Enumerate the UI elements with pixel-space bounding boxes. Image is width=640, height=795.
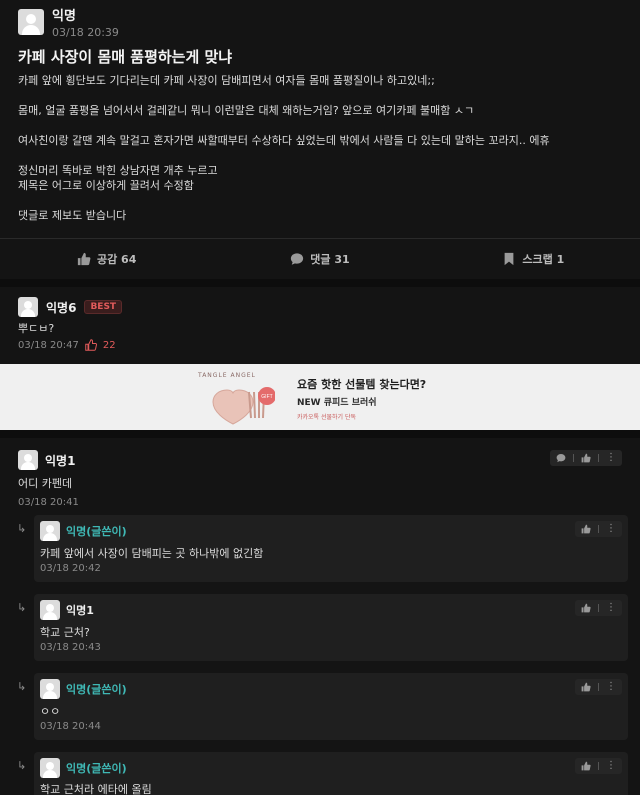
thumbs-up-icon [77, 252, 91, 266]
post-time: 03/18 20:39 [52, 26, 119, 39]
reply-item: 익명(글쓴이) ㅇㅇ 03/18 20:44 ⋮ [34, 673, 628, 740]
post-body: 카페 앞에 횡단보도 기다리는데 카페 사장이 담배피면서 여자들 몸매 품평질… [18, 73, 628, 223]
avatar [40, 600, 60, 620]
post-author: 익명 [52, 9, 76, 24]
reply-arrow-icon: ↳ [17, 759, 27, 772]
ad-banner[interactable]: TANGLE ANGEL GIFT 요즘 핫한 선물템 찾는다면? NEW 큐피… [0, 364, 640, 430]
reply-item: 익명1 학교 근처? 03/18 20:43 ⋮ [34, 594, 628, 661]
avatar [40, 679, 60, 699]
post-title: 카페 사장이 몸매 품평하는게 맞냐 [18, 48, 233, 66]
avatar [18, 9, 44, 35]
comment-action-bar: ⋮ [550, 450, 622, 466]
bookmark-icon [505, 252, 514, 266]
comment-label: 댓글 31 [310, 253, 350, 266]
thumbs-up-icon[interactable] [581, 453, 591, 463]
post-paragraph: 정신머리 똑바로 박힌 상남자면 개추 누르고 제목은 어그로 이상하게 끌려서… [18, 164, 218, 192]
comment-author: 익명6 [46, 300, 77, 315]
reply-item: 익명(글쓴이) 학교 근처라 에타에 올림 ⋮ [34, 752, 628, 795]
post-paragraph: 몸매, 얼굴 품평을 넘어서서 걸레같니 뭐니 이런말은 대체 왜하는거임? 앞… [18, 104, 475, 117]
avatar [40, 521, 60, 541]
gift-badge: GIFT [261, 394, 272, 400]
comment-time: 03/18 20:41 [18, 497, 79, 508]
best-comment: 익명6 BEST 뿌ㄷㅂ? 03/18 20:47 22 [0, 287, 640, 363]
comment-time: 03/18 20:47 [18, 339, 79, 351]
reply-time: 03/18 20:44 [40, 721, 101, 732]
reply-time: 03/18 20:43 [40, 642, 101, 653]
reply-author-op: 익명(글쓴이) [66, 683, 127, 696]
comment-bubble-icon [291, 253, 304, 265]
thumbs-up-icon[interactable] [581, 761, 591, 771]
comment-button[interactable]: 댓글 31 [213, 239, 426, 279]
scrap-button[interactable]: 스크랩 1 [427, 239, 640, 279]
reply-action-bar: ⋮ [575, 600, 622, 616]
product-image: GIFT [212, 387, 275, 425]
reply-author-op: 익명(글쓴이) [66, 762, 127, 775]
thumbs-up-icon[interactable] [581, 524, 591, 534]
more-icon[interactable]: ⋮ [606, 682, 616, 692]
comments-list: 익명1 어디 카펜데 03/18 20:41 ⋮ ↳ 익명(글쓴이) 카페 앞에… [0, 438, 640, 795]
section-gap [0, 430, 640, 438]
like-button[interactable]: 공감 64 [0, 239, 213, 279]
scrap-label: 스크랩 1 [522, 253, 565, 266]
reply-text: 학교 근처? [40, 626, 90, 639]
comment-text: 어디 카펜데 [18, 477, 73, 490]
post-actions: 공감 64 댓글 31 스크랩 1 [0, 239, 640, 279]
more-icon[interactable]: ⋮ [606, 524, 616, 534]
thumbs-up-icon[interactable] [581, 603, 591, 613]
post-paragraph: 여사친이랑 갈땐 계속 말걸고 혼자가면 싸할때부터 수상하다 싶었는데 밖에서… [18, 134, 550, 147]
ad-brand: TANGLE ANGEL [198, 372, 256, 379]
more-icon[interactable]: ⋮ [606, 603, 616, 613]
like-count: 22 [102, 339, 116, 351]
comment-text: 뿌ㄷㅂ? [18, 322, 55, 335]
avatar [18, 297, 38, 317]
reply-author: 익명1 [66, 604, 94, 617]
ad-link: 카카오톡 선물하기 단독 [297, 414, 357, 421]
more-icon[interactable]: ⋮ [606, 453, 616, 463]
comment-author: 익명1 [45, 453, 76, 468]
like-label: 공감 64 [96, 253, 137, 266]
reply-arrow-icon: ↳ [17, 680, 27, 693]
reply-text: 카페 앞에서 사장이 담배피는 곳 하나밖에 없긴함 [40, 547, 264, 560]
avatar [40, 758, 60, 778]
ad-title: 요즘 핫한 선물템 찾는다면? [297, 378, 427, 391]
thumbs-up-icon[interactable] [581, 682, 591, 692]
avatar [18, 450, 38, 470]
reply-item: 익명(글쓴이) 카페 앞에서 사장이 담배피는 곳 하나밖에 없긴함 03/18… [34, 515, 628, 582]
post-paragraph: 댓글로 제보도 받습니다 [18, 209, 127, 222]
reply-author-op: 익명(글쓴이) [66, 525, 127, 538]
comment-meta: 03/18 20:47 22 [18, 339, 116, 351]
post: 익명 03/18 20:39 카페 사장이 몸매 품평하는게 맞냐 카페 앞에 … [0, 0, 640, 278]
reply-action-bar: ⋮ [575, 758, 622, 774]
reply-bubble-icon[interactable] [556, 453, 566, 463]
best-comment-header: 익명6 BEST [18, 297, 123, 317]
reply-action-bar: ⋮ [575, 679, 622, 695]
reply-time: 03/18 20:42 [40, 563, 101, 574]
post-author-row: 익명 03/18 20:39 [18, 9, 119, 40]
thumbs-up-icon [85, 339, 97, 351]
reply-arrow-icon: ↳ [17, 522, 27, 535]
reply-text: 학교 근처라 에타에 올림 [40, 783, 152, 795]
best-badge: BEST [84, 300, 123, 314]
post-paragraph: 카페 앞에 횡단보도 기다리는데 카페 사장이 담배피면서 여자들 몸매 품평질… [18, 74, 435, 87]
comment-item: 익명1 어디 카펜데 03/18 20:41 [18, 450, 79, 508]
reply-action-bar: ⋮ [575, 521, 622, 537]
reply-arrow-icon: ↳ [17, 601, 27, 614]
more-icon[interactable]: ⋮ [606, 761, 616, 771]
reply-text: ㅇㅇ [40, 705, 61, 718]
ad-subtitle: NEW 큐피드 브러쉬 [297, 398, 377, 408]
section-gap [0, 279, 640, 287]
